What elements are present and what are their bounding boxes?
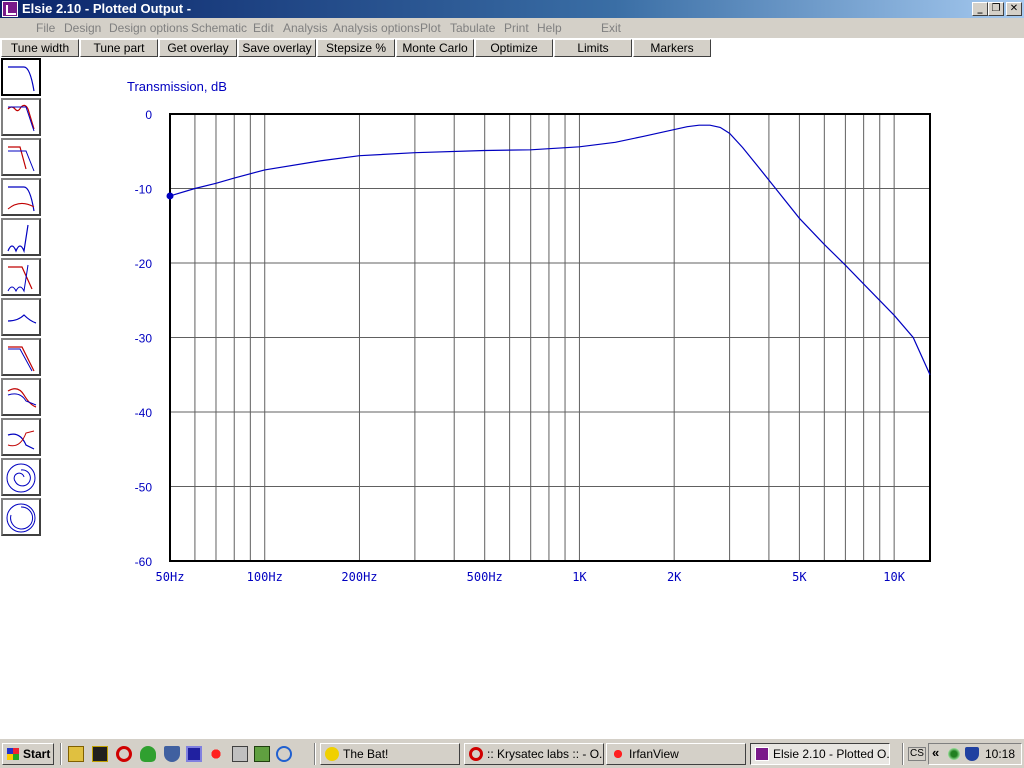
window-title: Elsie 2.10 - Plotted Output - [22,1,192,16]
opera-icon [469,747,483,761]
taskbar-separator [902,743,904,765]
menu-tabulate[interactable]: Tabulate [450,21,495,35]
opera-icon[interactable] [116,746,132,762]
menu-analysis[interactable]: Analysis [283,21,328,35]
x-tick-label: 100Hz [247,570,283,584]
start-button[interactable]: Start [2,743,54,765]
taskbar-separator [314,743,316,765]
y-tick-label: -50 [135,481,153,495]
clock: 10:18 [984,747,1015,761]
bat-icon [325,747,339,761]
splat-icon[interactable] [208,746,224,762]
irfanview-icon [611,747,625,761]
task-label: Elsie 2.10 - Plotted O... [773,747,890,761]
x-tick-label: 500Hz [467,570,503,584]
save-overlay-button[interactable]: Save overlay [238,39,316,57]
task-opera[interactable]: :: Krysatec labs :: - O... [464,743,604,765]
menu-schematic[interactable]: Schematic [191,21,247,35]
tray-shield-icon[interactable] [965,747,979,761]
close-button[interactable]: ✕ [1006,2,1022,16]
menu-design-options[interactable]: Design options [109,21,188,35]
menu-plot[interactable]: Plot [420,21,441,35]
task-label: :: Krysatec labs :: - O... [487,747,604,761]
x-tick-label: 2K [667,570,682,584]
x-tick-label: 50Hz [156,570,185,584]
desktop-icon[interactable] [68,746,84,762]
x-tick-label: 5K [792,570,807,584]
tray-expand-icon[interactable]: « [932,745,939,760]
menu-exit[interactable]: Exit [601,21,621,35]
restore-button[interactable]: ❐ [988,2,1004,16]
task-label: The Bat! [343,747,389,761]
markers-button[interactable]: Markers [633,39,711,57]
menu-file[interactable]: File [36,21,55,35]
y-tick-label: -60 [135,555,153,569]
menu-print[interactable]: Print [504,21,529,35]
x-tick-label: 1K [572,570,587,584]
x-tick-label: 10K [883,570,905,584]
task-elsie[interactable]: Elsie 2.10 - Plotted O... [750,743,890,765]
chart-grid [169,113,930,562]
menu-design[interactable]: Design [64,21,101,35]
y-tick-label: -30 [135,332,153,346]
title-bar: Elsie 2.10 - Plotted Output - _ ❐ ✕ [0,0,1024,18]
taskbar-separator [60,743,62,765]
task-the-bat[interactable]: The Bat! [320,743,460,765]
tray-app-icon[interactable] [947,747,961,761]
elsie-icon [755,747,769,761]
start-label: Start [23,747,51,761]
taskbar: Start The Bat! :: Krysatec labs :: - O..… [0,738,1024,768]
winamp-icon[interactable] [92,746,108,762]
cursor-marker [166,192,174,200]
limits-button[interactable]: Limits [554,39,632,57]
info-icon[interactable] [232,746,248,762]
stepsize-button[interactable]: Stepsize % [317,39,395,57]
y-tick-label: 0 [145,108,152,122]
menu-bar: File Design Design options Schematic Edi… [0,18,1024,38]
task-label: IrfanView [629,747,679,761]
y-tick-label: -20 [135,257,153,271]
tune-part-button[interactable]: Tune part [80,39,158,57]
system-tray: « 10:18 [928,743,1022,765]
frog-icon[interactable] [140,746,156,762]
transmission-chart: Transmission, dB 0 -10 -20 -30 -40 -50 -6050Hz… [127,79,931,584]
menu-analysis-options[interactable]: Analysis options [333,21,420,35]
y-tick-label: -10 [135,183,153,197]
toolbar: Tune width Tune part Get overlay Save ov… [0,38,1024,58]
x-tick-label: 200Hz [341,570,377,584]
language-indicator[interactable]: CS [908,747,926,761]
monte-carlo-button[interactable]: Monte Carlo [396,39,474,57]
minimize-button[interactable]: _ [972,2,988,16]
ie-icon[interactable] [276,746,292,762]
y-tick-label: -40 [135,406,153,420]
chart-title: Transmission, dB [127,79,227,94]
tune-width-button[interactable]: Tune width [1,39,79,57]
menu-edit[interactable]: Edit [253,21,274,35]
task-irfanview[interactable]: IrfanView [606,743,746,765]
shield-icon[interactable] [164,746,180,762]
get-overlay-button[interactable]: Get overlay [159,39,237,57]
calc-icon[interactable] [254,746,270,762]
save-icon[interactable] [186,746,202,762]
elsie-app-icon[interactable] [2,1,18,17]
optimize-button[interactable]: Optimize [475,39,553,57]
windows-logo-icon [7,748,19,760]
menu-help[interactable]: Help [537,21,562,35]
